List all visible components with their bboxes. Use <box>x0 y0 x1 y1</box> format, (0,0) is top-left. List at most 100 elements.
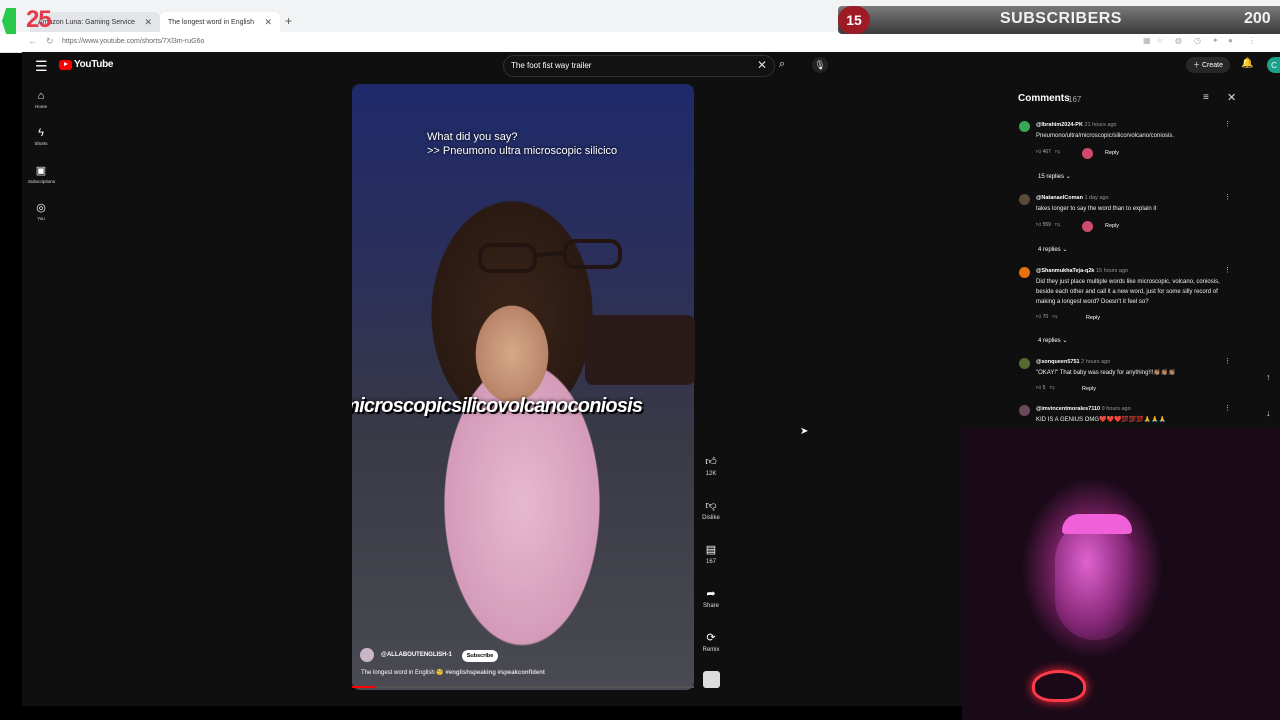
dislike-icon[interactable]: 👎︎ <box>1055 222 1060 228</box>
more-options-icon[interactable]: ⋮ <box>1224 193 1231 201</box>
comment-likes[interactable]: 👍︎ 70 👎︎ <box>1036 314 1057 320</box>
chevron-down-icon: ⌄ <box>1065 174 1071 180</box>
comment-username[interactable]: @imvincentmorales7110 <box>1036 406 1100 412</box>
dislike-icon: 👎︎ <box>705 500 717 512</box>
subscribe-button[interactable]: Subscribe <box>462 650 498 662</box>
bookmark-star-icon[interactable]: ☆ <box>1156 36 1163 45</box>
video-title[interactable]: The longest word in English 🧐 #englishsp… <box>361 669 545 676</box>
comment-likes[interactable]: 👍︎ 5 👎︎ <box>1036 385 1055 391</box>
replies-toggle[interactable]: 4 replies ⌄ <box>1038 246 1067 253</box>
notifications-bell-icon[interactable]: 🔔 <box>1241 58 1253 69</box>
menu-icon[interactable]: ☰ <box>35 58 48 75</box>
tab-title: The longest word in English <box>168 18 254 26</box>
comment-time: 1 day ago <box>1084 195 1109 201</box>
search-value[interactable]: The foot fist way trailer <box>511 61 591 70</box>
profile-icon[interactable]: ● <box>1228 36 1233 45</box>
channel-avatar[interactable] <box>360 648 374 662</box>
streamer-figure <box>1055 520 1135 640</box>
comment-username[interactable]: @ShanmukhaTeja-q2k <box>1036 268 1094 274</box>
comment-user[interactable]: @ShanmukhaTeja-q2k 15 hours ago <box>1036 268 1128 274</box>
replies-label: 4 replies <box>1038 247 1061 253</box>
share-button[interactable]: ➦ Share <box>699 587 723 609</box>
account-avatar[interactable]: C <box>1267 57 1280 73</box>
like-icon[interactable]: 👍︎ <box>1036 222 1041 228</box>
like-count: 5 <box>1042 385 1046 391</box>
comments-button[interactable]: ▤ 167 <box>699 543 723 565</box>
sidebar-item-home[interactable]: ⌂ Home <box>28 90 54 109</box>
scroll-down-icon[interactable]: ↓ <box>1266 408 1271 418</box>
sidebar-item-label: Subscriptions <box>28 179 56 184</box>
dislike-icon[interactable]: 👎︎ <box>1055 149 1060 155</box>
more-options-icon[interactable]: ⋮ <box>1224 357 1231 365</box>
comment-likes[interactable]: 👍︎ 467 👎︎ <box>1036 149 1060 155</box>
comment-count: 167 <box>705 559 716 565</box>
close-icon[interactable]: ✕ <box>1227 91 1236 104</box>
video-progress-bar[interactable] <box>352 686 694 688</box>
dislike-button[interactable]: 👎︎ Dislike <box>699 499 723 521</box>
like-button[interactable]: 👍︎ 12K <box>699 455 723 477</box>
like-icon[interactable]: 👍︎ <box>1036 385 1041 391</box>
subscriber-goal: 200 <box>1244 10 1271 27</box>
close-icon[interactable]: ✕ <box>264 17 272 28</box>
comment-username[interactable]: @NatanaelComan <box>1036 195 1083 201</box>
comment-time: 2 hours ago <box>1081 359 1111 365</box>
comment-likes[interactable]: 👍︎ 559 👎︎ <box>1036 222 1060 228</box>
reply-button[interactable]: Reply <box>1105 223 1119 229</box>
more-options-icon[interactable]: ⋮ <box>1224 266 1231 274</box>
new-tab-icon[interactable]: + <box>285 14 292 28</box>
dislike-icon[interactable]: 👎︎ <box>1052 314 1057 320</box>
extensions-puzzle-icon[interactable]: ✦ <box>1212 36 1219 45</box>
comment-user[interactable]: @NatanaelComan 1 day ago <box>1036 195 1109 201</box>
url-field[interactable]: https://www.youtube.com/shorts/7Xl3m-ruG… <box>62 35 1142 49</box>
reply-button[interactable]: Reply <box>1105 150 1119 156</box>
clear-search-icon[interactable]: ✕ <box>757 58 767 72</box>
history-icon[interactable]: ◷ <box>1194 36 1201 45</box>
replies-toggle[interactable]: 15 replies ⌄ <box>1038 173 1071 180</box>
comment-time: 21 hours ago <box>1084 122 1117 128</box>
reply-button[interactable]: Reply <box>1082 386 1096 392</box>
sidebar-item-shorts[interactable]: ϟ Shorts <box>28 127 54 146</box>
home-icon: ⌂ <box>37 90 45 102</box>
extension-icon[interactable]: ◍ <box>1175 36 1182 45</box>
microphone-graphic <box>585 315 695 385</box>
video-tags[interactable]: #englishspeaking #speakconfident <box>446 670 545 676</box>
create-button[interactable]: ＋ Create <box>1186 57 1230 73</box>
comment-avatar[interactable] <box>1019 267 1030 278</box>
channel-name[interactable]: @ALLABOUTENGLISH-1 <box>381 652 452 658</box>
menu-dots-icon[interactable]: ⋮ <box>1248 36 1256 45</box>
scroll-up-icon[interactable]: ↑ <box>1266 372 1271 382</box>
close-icon[interactable]: ✕ <box>144 17 152 28</box>
comment-avatar[interactable] <box>1019 121 1030 132</box>
comment-user[interactable]: @imvincentmorales7110 9 hours ago <box>1036 406 1131 412</box>
video-big-word-text: pneumonoultramicroscopicsilicovolcanocon… <box>352 395 643 417</box>
comment-username[interactable]: @sonqueen5751 <box>1036 359 1080 365</box>
comment-user[interactable]: @sonqueen5751 2 hours ago <box>1036 359 1110 365</box>
comment-avatar[interactable] <box>1019 358 1030 369</box>
youtube-logo[interactable]: YouTube <box>59 59 114 70</box>
like-icon[interactable]: 👍︎ <box>1036 314 1041 320</box>
short-video-player[interactable] <box>352 84 694 690</box>
sidebar-item-you[interactable]: ◎ You <box>28 201 54 221</box>
more-options-icon[interactable]: ⋮ <box>1224 404 1231 412</box>
more-options-icon[interactable]: ⋮ <box>1224 120 1231 128</box>
like-icon[interactable]: 👍︎ <box>1036 149 1041 155</box>
sound-thumbnail[interactable] <box>703 671 720 688</box>
dislike-icon[interactable]: 👎︎ <box>1050 385 1055 391</box>
search-icon[interactable]: ⌕ <box>779 58 785 71</box>
comment-user[interactable]: @Ibrahim2024-PK 21 hours ago <box>1036 122 1117 128</box>
sidebar-item-subscriptions[interactable]: ▣ Subscriptions <box>28 164 56 184</box>
sort-icon[interactable]: ≡ <box>1203 92 1209 103</box>
comment-avatar[interactable] <box>1019 405 1030 416</box>
comment-avatar[interactable] <box>1019 194 1030 205</box>
microphone-icon[interactable]: 🎙 <box>812 57 828 73</box>
video-caption-line2: >> Pneumono ultra microscopic silicico <box>427 145 618 157</box>
browser-tab-youtube[interactable]: The longest word in English ✕ <box>160 12 280 32</box>
comment-username[interactable]: @Ibrahim2024-PK <box>1036 122 1083 128</box>
comment-text: Did they just place multiple words like … <box>1036 279 1220 305</box>
comment-text: "OKAY!" That baby was ready for anything… <box>1036 370 1176 376</box>
reply-button[interactable]: Reply <box>1086 315 1100 321</box>
subscriber-count: 15 <box>838 6 870 34</box>
remix-button[interactable]: ⟳ Remix <box>699 631 723 653</box>
translate-icon[interactable]: ▦ <box>1143 36 1151 45</box>
replies-toggle[interactable]: 4 replies ⌄ <box>1038 337 1067 344</box>
